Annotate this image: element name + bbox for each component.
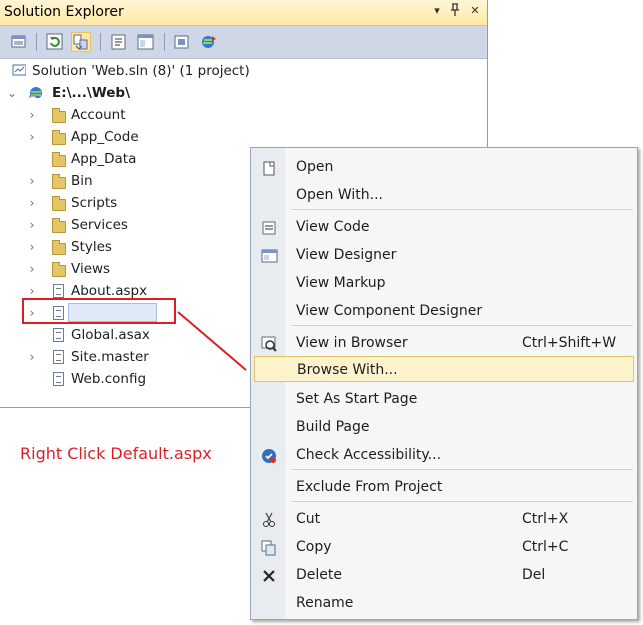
menu-item-view-component-designer[interactable]: View Component Designer [254, 298, 634, 324]
menu-item-shortcut: Ctrl+X [522, 511, 569, 527]
folder-icon [52, 152, 66, 167]
menu-item-cut[interactable]: Cut Ctrl+X [254, 506, 634, 532]
tree-item-label: App_Code [71, 129, 139, 145]
close-icon[interactable]: ✕ [468, 3, 482, 19]
menu-item-open[interactable]: Open [254, 154, 634, 180]
chevron-right-icon[interactable]: › [26, 126, 38, 148]
cut-icon [261, 511, 277, 527]
tree-item-label: App_Data [71, 151, 137, 167]
tree-item-label: Styles [71, 239, 112, 255]
asax-file-icon [53, 328, 64, 342]
tree-item-label: Bin [71, 173, 93, 189]
menu-item-exclude-from-project[interactable]: Exclude From Project [254, 474, 634, 500]
folder-icon [52, 218, 66, 233]
chevron-right-icon[interactable]: › [26, 258, 38, 280]
pushpin-icon[interactable] [448, 3, 462, 19]
tree-item-label: Scripts [71, 195, 118, 211]
folder-icon [52, 262, 66, 277]
menu-item-label: Open [296, 159, 334, 175]
panel-toolbar [0, 26, 487, 59]
view-designer-toolbar-icon[interactable] [136, 32, 156, 52]
chevron-right-icon[interactable]: › [26, 214, 38, 236]
menu-item-set-as-start-page[interactable]: Set As Start Page [254, 386, 634, 412]
sync-with-document-icon[interactable] [71, 32, 91, 52]
folder-icon [52, 130, 66, 145]
chevron-right-icon[interactable]: › [26, 236, 38, 258]
menu-item-open-with[interactable]: Open With... [254, 182, 634, 208]
annotation-highlight-box [22, 298, 176, 324]
web-configuration-icon[interactable] [199, 32, 219, 52]
menu-item-label: Build Page [296, 419, 370, 435]
chevron-right-icon[interactable]: › [26, 346, 38, 368]
master-file-icon [53, 350, 64, 364]
window-position-icon[interactable]: ▾ [430, 3, 444, 19]
menu-item-label: Open With... [296, 187, 383, 203]
menu-item-browse-with[interactable]: Browse With... [254, 356, 634, 382]
view-code-icon [261, 219, 277, 235]
annotation-connector-line [177, 311, 247, 371]
menu-item-label: View Markup [296, 275, 386, 291]
menu-item-view-designer[interactable]: View Designer [254, 242, 634, 268]
accessibility-icon [261, 447, 277, 463]
menu-item-build-page[interactable]: Build Page [254, 414, 634, 440]
menu-separator [291, 501, 633, 502]
tree-item-label: Services [71, 217, 128, 233]
config-file-icon [53, 372, 64, 386]
chevron-down-icon[interactable]: ⌄ [6, 82, 18, 104]
menu-item-label: Cut [296, 511, 321, 527]
aspx-file-icon [53, 284, 64, 298]
menu-item-label: Copy [296, 539, 332, 555]
view-designer-icon [261, 247, 278, 263]
menu-item-view-in-browser[interactable]: View in Browser Ctrl+Shift+W [254, 330, 634, 356]
menu-item-label: Exclude From Project [296, 479, 443, 495]
project-label: E:\...\Web\ [52, 85, 131, 101]
folder-icon [52, 240, 66, 255]
copy-icon [261, 539, 277, 556]
view-code-toolbar-icon[interactable] [109, 32, 129, 52]
folder-icon [52, 108, 66, 123]
menu-item-label: View in Browser [296, 335, 408, 351]
properties-icon[interactable] [9, 32, 29, 52]
menu-item-label: View Component Designer [296, 303, 483, 319]
menu-item-delete[interactable]: Delete Del [254, 562, 634, 588]
refresh-icon[interactable] [45, 32, 65, 52]
menu-item-label: View Code [296, 219, 370, 235]
menu-item-check-accessibility[interactable]: Check Accessibility... [254, 442, 634, 468]
menu-item-view-code[interactable]: View Code [254, 214, 634, 240]
menu-item-copy[interactable]: Copy Ctrl+C [254, 534, 634, 560]
open-icon [261, 159, 277, 176]
menu-item-view-markup[interactable]: View Markup [254, 270, 634, 296]
chevron-right-icon[interactable]: › [26, 104, 38, 126]
class-diagram-icon[interactable] [172, 32, 192, 52]
view-in-browser-icon [261, 335, 277, 352]
menu-separator [291, 209, 633, 210]
menu-item-label: Rename [296, 595, 354, 611]
menu-separator [291, 325, 633, 326]
panel-title: Solution Explorer [4, 4, 124, 20]
tree-item-label: Account [71, 107, 126, 123]
delete-icon [261, 567, 277, 583]
solution-label: Solution 'Web.sln (8)' (1 project) [32, 63, 250, 79]
menu-item-shortcut: Ctrl+C [522, 539, 569, 555]
tree-item-label: Views [71, 261, 111, 277]
tree-item-label: Web.config [71, 371, 147, 387]
menu-item-label: Check Accessibility... [296, 447, 442, 463]
panel-title-bar: Solution Explorer ▾ ✕ [0, 0, 487, 26]
chevron-right-icon[interactable]: › [26, 170, 38, 192]
menu-separator [291, 469, 633, 470]
tree-item-label: Site.master [71, 349, 149, 365]
menu-item-label: Set As Start Page [296, 391, 418, 407]
menu-item-label: Delete [296, 567, 342, 583]
menu-item-label: Browse With... [297, 362, 398, 378]
menu-item-rename[interactable]: Rename [254, 590, 634, 616]
menu-item-shortcut: Del [522, 567, 546, 583]
chevron-right-icon[interactable]: › [26, 192, 38, 214]
tree-item-label: Global.asax [71, 327, 150, 343]
folder-icon [52, 196, 66, 211]
context-menu: Open Open With... View Code View Designer Vi… [250, 147, 638, 620]
menu-item-shortcut: Ctrl+Shift+W [522, 335, 617, 351]
folder-icon [52, 174, 66, 189]
annotation-text: Right Click Default.aspx [20, 444, 212, 463]
menu-item-label: View Designer [296, 247, 397, 263]
